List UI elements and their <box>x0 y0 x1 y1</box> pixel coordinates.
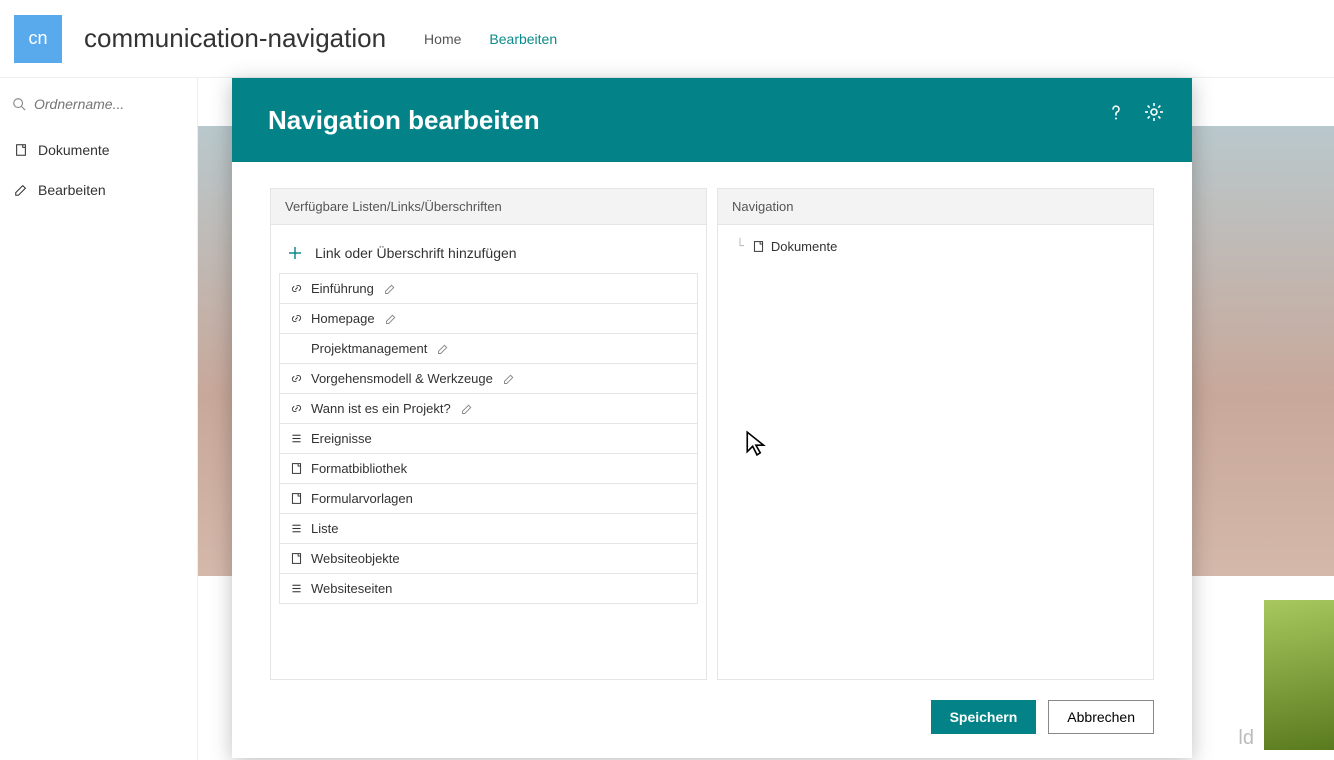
link-icon <box>290 402 303 415</box>
list-icon <box>290 522 303 535</box>
site-title: communication-navigation <box>84 23 386 54</box>
doc-icon <box>290 492 303 505</box>
available-item-label: Websiteobjekte <box>311 551 400 566</box>
panel-body: Verfügbare Listen/Links/Überschriften Li… <box>232 162 1192 700</box>
available-item[interactable]: Formularvorlagen <box>279 483 698 514</box>
pencil-icon[interactable] <box>437 343 449 355</box>
tree-branch-icon: └ <box>736 239 744 254</box>
site-logo[interactable]: cn <box>14 15 62 63</box>
available-item-label: Vorgehensmodell & Werkzeuge <box>311 371 493 386</box>
plus-icon <box>287 245 303 261</box>
available-item[interactable]: Einführung <box>279 273 698 304</box>
sidebar-item-edit[interactable]: Bearbeiten <box>8 170 189 210</box>
site-header: cn communication-navigation Home Bearbei… <box>0 0 1334 78</box>
document-icon <box>14 143 28 157</box>
available-item[interactable]: Ereignisse <box>279 423 698 454</box>
sidebar-item-documents[interactable]: Dokumente <box>8 130 189 170</box>
nav-tree-item-label: Dokumente <box>771 239 837 254</box>
available-item-label: Homepage <box>311 311 375 326</box>
available-item-label: Websiteseiten <box>311 581 392 596</box>
search-icon <box>12 97 26 111</box>
available-item-label: Wann ist es ein Projekt? <box>311 401 451 416</box>
sidebar-item-label: Bearbeiten <box>38 182 106 198</box>
available-item[interactable]: Vorgehensmodell & Werkzeuge <box>279 363 698 394</box>
available-item[interactable]: Projektmanagement <box>279 333 698 364</box>
list-icon <box>290 582 303 595</box>
pencil-icon[interactable] <box>461 403 473 415</box>
pencil-icon[interactable] <box>385 313 397 325</box>
help-icon[interactable] <box>1106 102 1126 122</box>
add-link-label: Link oder Überschrift hinzufügen <box>315 245 517 261</box>
panel-footer: Speichern Abbrechen <box>232 700 1192 758</box>
save-button[interactable]: Speichern <box>931 700 1037 734</box>
edit-navigation-panel: Navigation bearbeiten Verfügbare Listen/… <box>232 78 1192 758</box>
left-sidebar: Dokumente Bearbeiten <box>0 78 198 760</box>
cancel-button[interactable]: Abbrechen <box>1048 700 1154 734</box>
doc-icon <box>290 462 303 475</box>
available-item[interactable]: Wann ist es ein Projekt? <box>279 393 698 424</box>
pencil-icon[interactable] <box>384 283 396 295</box>
link-icon <box>290 282 303 295</box>
list-icon <box>290 432 303 445</box>
search-input[interactable] <box>34 96 164 112</box>
sidebar-item-label: Dokumente <box>38 142 110 158</box>
link-icon <box>290 312 303 325</box>
pencil-icon[interactable] <box>503 373 515 385</box>
partial-text: ld <box>1238 727 1254 750</box>
available-item[interactable]: Websiteobjekte <box>279 543 698 574</box>
gear-icon[interactable] <box>1144 102 1164 122</box>
panel-header: Navigation bearbeiten <box>232 78 1192 162</box>
available-item[interactable]: Liste <box>279 513 698 544</box>
link-icon <box>290 372 303 385</box>
available-item[interactable]: Formatbibliothek <box>279 453 698 484</box>
available-item[interactable]: Homepage <box>279 303 698 334</box>
available-item-label: Einführung <box>311 281 374 296</box>
nav-tree-item[interactable]: └ Dokumente <box>736 239 1135 254</box>
add-link-button[interactable]: Link oder Überschrift hinzufügen <box>279 233 698 273</box>
pencil-icon <box>14 183 28 197</box>
doc-icon <box>290 552 303 565</box>
available-item-label: Liste <box>311 521 338 536</box>
available-item-label: Projektmanagement <box>311 341 427 356</box>
available-item-label: Formularvorlagen <box>311 491 413 506</box>
available-item[interactable]: Websiteseiten <box>279 573 698 604</box>
navigation-column: Navigation └ Dokumente <box>717 188 1154 680</box>
available-column-header: Verfügbare Listen/Links/Überschriften <box>271 189 706 225</box>
available-column: Verfügbare Listen/Links/Überschriften Li… <box>270 188 707 680</box>
panel-title: Navigation bearbeiten <box>268 105 540 136</box>
available-item-label: Formatbibliothek <box>311 461 407 476</box>
available-item-label: Ereignisse <box>311 431 372 446</box>
sidebar-search[interactable] <box>8 90 189 118</box>
nav-edit[interactable]: Bearbeiten <box>489 31 557 47</box>
nav-home[interactable]: Home <box>424 31 461 47</box>
document-icon <box>752 240 765 253</box>
navigation-column-header: Navigation <box>718 189 1153 225</box>
secondary-image <box>1264 600 1334 750</box>
